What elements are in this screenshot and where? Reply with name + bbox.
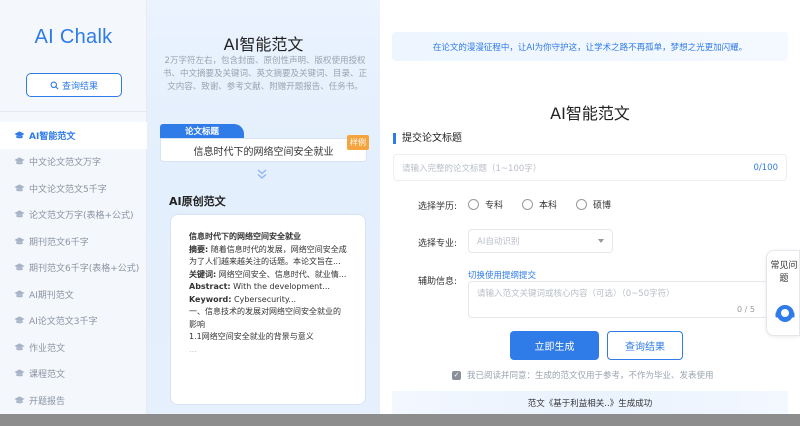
paper-title-placeholder: 请输入完整的论文标题（1~100字） bbox=[402, 163, 542, 174]
aux-info-textarea[interactable]: 请输入范文关键词或核心内容（可选）（0~50字符） 0 / 5 bbox=[468, 281, 768, 318]
form-title: AI智能范文 bbox=[550, 104, 630, 123]
original-essay-title: AI原创范文 bbox=[169, 195, 226, 208]
checkbox-checked-icon[interactable]: ✓ bbox=[452, 370, 461, 380]
education-option-label: 硕博 bbox=[593, 201, 612, 211]
graduation-cap-icon bbox=[14, 369, 25, 377]
sidebar-item-ai-essay[interactable]: AI智能范文 bbox=[0, 122, 147, 149]
paper-title-input[interactable]: 请输入完整的论文标题（1~100字） 0/100 bbox=[393, 154, 787, 181]
doc-section-1: 一、信息技术的发展对网络空间安全就业的影响 bbox=[189, 307, 341, 329]
aux-info-label: 辅助信息: bbox=[418, 277, 458, 287]
search-icon bbox=[50, 81, 59, 89]
radio-circle bbox=[522, 199, 533, 210]
sidebar-divider bbox=[0, 111, 147, 112]
doc-abstract: 摘要: 随着信息时代的发展，网络空间安全成为了人们越来越关注的话题。本论文旨在.… bbox=[189, 244, 347, 267]
graduation-cap-icon bbox=[14, 396, 25, 404]
sample-panel-description: 2万字符左右，包含封面、原创性声明、版权使用授权书、中文摘要及关键词、英文摘要及… bbox=[162, 56, 367, 92]
graduation-cap-icon bbox=[14, 263, 25, 271]
sidebar-item-journal-6k[interactable]: 期刊范文6千字 bbox=[0, 228, 147, 255]
sidebar-item-label: 期刊范文6千字 bbox=[29, 237, 89, 248]
sidebar-item-label: 期刊范文6千字(表格+公式) bbox=[29, 264, 140, 275]
graduation-cap-icon bbox=[14, 184, 25, 192]
slogan-banner: 在论文的漫漫征程中，让AI为你守护这，让学术之路不再孤单，梦想之光更加闪耀。 bbox=[392, 32, 788, 61]
sidebar-query-label: 查询结果 bbox=[61, 81, 98, 92]
education-option-label: 本科 bbox=[539, 201, 558, 211]
sidebar-item-label: 课程范文 bbox=[29, 370, 66, 381]
sidebar-item-ai-paper-3k[interactable]: AI论文范文3千字 bbox=[0, 308, 147, 335]
title-char-counter: 0/100 bbox=[753, 162, 779, 173]
graduation-cap-icon bbox=[14, 157, 25, 165]
major-label: 选择专业: bbox=[418, 239, 458, 249]
generate-form-panel: 在论文的漫漫征程中，让AI为你守护这，让学术之路不再孤单，梦想之光更加闪耀。 A… bbox=[380, 0, 800, 414]
logo: AI Chalk bbox=[34, 26, 113, 48]
sidebar-item-label: 中文论文范文万字 bbox=[29, 158, 102, 169]
education-option-junior[interactable]: 专科 bbox=[468, 198, 503, 211]
switch-outline-link[interactable]: 切换使用提纲提交 bbox=[468, 269, 536, 281]
horizontal-scrollbar[interactable] bbox=[0, 414, 800, 426]
sidebar-item-cn-10k[interactable]: 中文论文范文万字 bbox=[0, 149, 147, 176]
sidebar-item-homework[interactable]: 作业范文 bbox=[0, 334, 147, 361]
sidebar: AI Chalk 查询结果 AI智能范文 中文论文范文万字 中文论文范文5千字 … bbox=[0, 0, 147, 414]
sidebar-item-label: AI论文范文3千字 bbox=[29, 317, 98, 328]
sidebar-item-course[interactable]: 课程范文 bbox=[0, 361, 147, 388]
sample-badge: 样例 bbox=[347, 135, 369, 150]
paper-title-tag: 论文标题 bbox=[160, 124, 244, 138]
sidebar-item-ai-journal[interactable]: AI期刊范文 bbox=[0, 281, 147, 308]
sidebar-item-journal-6k-table[interactable]: 期刊范文6千字(表格+公式) bbox=[0, 255, 147, 282]
paper-title-box: 信息时代下的网络空间安全就业 样例 bbox=[160, 135, 369, 162]
aux-info-placeholder: 请输入范文关键词或核心内容（可选）（0~50字符） bbox=[477, 289, 675, 299]
sidebar-item-label: 作业范文 bbox=[29, 343, 66, 354]
sidebar-item-label: 开题报告 bbox=[29, 396, 66, 407]
radio-circle bbox=[468, 199, 479, 210]
sidebar-item-cn-5k[interactable]: 中文论文范文5千字 bbox=[0, 175, 147, 202]
doc-heading: 信息时代下的网络空间安全就业 bbox=[189, 232, 301, 241]
customer-service-icon[interactable] bbox=[773, 302, 797, 326]
submit-title-heading: 提交论文标题 bbox=[393, 133, 462, 144]
major-select[interactable]: AI自动识别 bbox=[468, 229, 613, 253]
graduation-cap-icon bbox=[14, 343, 25, 351]
major-select-value: AI自动识别 bbox=[477, 237, 520, 247]
sidebar-item-label: 中文论文范文5千字 bbox=[29, 184, 107, 195]
graduation-cap-icon bbox=[14, 131, 25, 139]
agreement-row[interactable]: ✓ 我已阅读并同意：生成的范文仅用于参考，不作为毕业、发表使用 bbox=[452, 369, 714, 381]
agreement-text: 我已阅读并同意：生成的范文仅用于参考，不作为毕业、发表使用 bbox=[467, 371, 714, 381]
double-chevron-down-icon bbox=[257, 169, 267, 179]
doc-fade: … bbox=[189, 344, 197, 354]
sidebar-item-label: AI期刊范文 bbox=[29, 290, 74, 301]
generate-button[interactable]: 立即生成 bbox=[510, 331, 599, 360]
doc-keywords: 关键词: 网络空间安全、信息时代、就业情... bbox=[189, 269, 347, 279]
sidebar-item-label: AI智能范文 bbox=[29, 131, 76, 142]
faq-label: 常见问题 bbox=[770, 261, 798, 284]
sample-panel: AI智能范文 2万字符左右，包含封面、原创性声明、版权使用授权书、中文摘要及关键… bbox=[147, 0, 380, 414]
doc-abstract-en: Abstract: With the development... bbox=[189, 282, 330, 291]
sidebar-item-proposal[interactable]: 开题报告 bbox=[0, 387, 147, 414]
radio-circle bbox=[576, 199, 587, 210]
success-notice: 范文《基于利益相关..》生成成功 bbox=[392, 391, 788, 414]
paper-title-text: 信息时代下的网络空间安全就业 bbox=[193, 146, 334, 158]
sidebar-item-paper-table[interactable]: 论文范文万字(表格+公式) bbox=[0, 202, 147, 229]
education-option-bachelor[interactable]: 本科 bbox=[522, 198, 557, 211]
query-result-button[interactable]: 查询结果 bbox=[607, 331, 683, 360]
graduation-cap-icon bbox=[14, 316, 25, 324]
sample-panel-title: AI智能范文 bbox=[223, 35, 304, 54]
education-option-master-phd[interactable]: 硕博 bbox=[576, 198, 611, 211]
education-label: 选择学历: bbox=[418, 202, 458, 212]
sidebar-query-button[interactable]: 查询结果 bbox=[26, 73, 122, 97]
doc-keyword-en: Keyword: Cybersecurity... bbox=[189, 294, 297, 304]
graduation-cap-icon bbox=[14, 290, 25, 298]
graduation-cap-icon bbox=[14, 210, 25, 218]
caret-down-icon bbox=[598, 239, 604, 243]
education-option-label: 专科 bbox=[485, 201, 504, 211]
sidebar-menu: AI智能范文 中文论文范文万字 中文论文范文5千字 论文范文万字(表格+公式) … bbox=[0, 122, 147, 414]
sidebar-item-label: 论文范文万字(表格+公式) bbox=[29, 211, 134, 222]
graduation-cap-icon bbox=[14, 237, 25, 245]
aux-char-counter: 0 / 5 bbox=[737, 305, 755, 314]
doc-section-1-1: 1.1网络空间安全就业的背景与意义 bbox=[189, 332, 314, 341]
sample-document-card[interactable]: 信息时代下的网络空间安全就业 摘要: 随着信息时代的发展，网络空间安全成为了人们… bbox=[170, 214, 366, 405]
